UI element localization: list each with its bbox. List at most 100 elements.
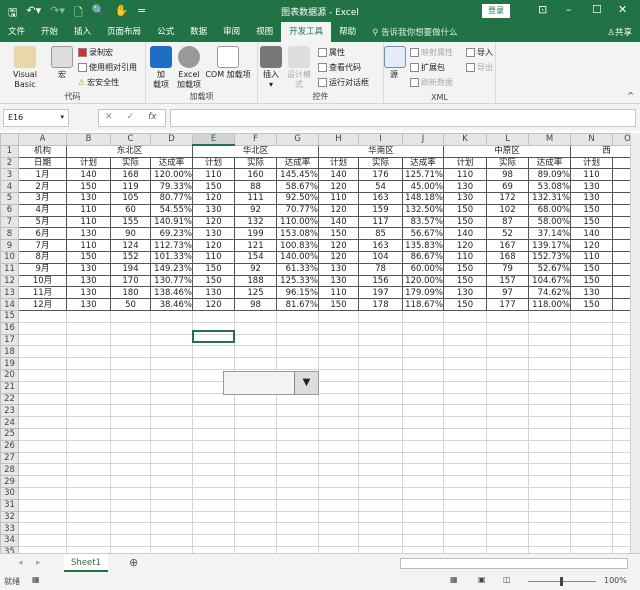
data-cell[interactable]: 168 — [110, 168, 151, 182]
data-cell[interactable]: 52 — [486, 227, 529, 241]
data-cell[interactable]: 120 — [318, 250, 359, 264]
cell[interactable] — [528, 404, 571, 418]
cell[interactable] — [318, 368, 359, 382]
ribbon-display-icon[interactable]: ⊡ — [538, 3, 547, 16]
page-layout-icon[interactable]: ▣ — [478, 575, 486, 584]
data-cell[interactable]: 74.62% — [528, 286, 571, 300]
data-cell[interactable]: 120 — [318, 203, 359, 217]
data-cell[interactable]: 132 — [234, 215, 277, 229]
tab-1[interactable]: 开始 — [33, 22, 66, 42]
cell[interactable] — [443, 439, 487, 453]
data-cell[interactable]: 130 — [443, 191, 487, 205]
data-cell[interactable]: 102 — [486, 203, 529, 217]
cell[interactable] — [276, 451, 319, 465]
cell[interactable] — [612, 215, 630, 229]
cell[interactable] — [66, 416, 111, 429]
row-header[interactable]: 14 — [0, 298, 19, 311]
cell[interactable] — [18, 475, 67, 488]
cell[interactable] — [110, 510, 151, 524]
cell[interactable] — [358, 498, 403, 512]
cell[interactable] — [192, 439, 235, 453]
cell[interactable] — [234, 333, 277, 347]
cell[interactable] — [528, 439, 571, 453]
data-cell[interactable]: 130 — [570, 286, 613, 300]
column-header[interactable]: M — [528, 133, 571, 146]
column-label[interactable]: 计划 — [570, 156, 613, 170]
data-cell[interactable]: 110 — [570, 250, 613, 264]
cell[interactable] — [18, 439, 67, 453]
data-cell[interactable]: 150 — [443, 274, 487, 288]
data-cell[interactable]: 104.67% — [528, 274, 571, 288]
data-cell[interactable]: 160 — [234, 168, 277, 182]
cell[interactable] — [276, 498, 319, 512]
column-header[interactable]: E — [192, 133, 235, 147]
cell[interactable] — [110, 475, 151, 488]
cell[interactable] — [318, 475, 359, 488]
cell[interactable] — [318, 321, 359, 335]
chevron-down-icon[interactable]: ▾ — [60, 113, 64, 121]
data-cell[interactable]: 132.50% — [402, 203, 444, 217]
cell[interactable] — [402, 463, 444, 477]
cell[interactable] — [150, 321, 193, 335]
data-cell[interactable]: 60 — [110, 203, 151, 217]
data-cell[interactable]: 119 — [110, 180, 151, 193]
cell[interactable] — [318, 545, 359, 553]
cell[interactable] — [402, 357, 444, 370]
cell[interactable] — [192, 416, 235, 429]
cell[interactable] — [358, 357, 403, 370]
row-header[interactable]: 20 — [0, 368, 19, 382]
column-header[interactable]: A — [18, 133, 67, 146]
cell[interactable] — [612, 345, 630, 359]
cell[interactable] — [402, 534, 444, 547]
cell[interactable] — [110, 534, 151, 547]
cell[interactable] — [318, 534, 359, 547]
data-cell[interactable]: 150 — [318, 298, 359, 311]
cell[interactable] — [612, 427, 630, 441]
data-cell[interactable]: 167 — [486, 239, 529, 252]
data-cell[interactable]: 199 — [234, 227, 277, 241]
cell[interactable] — [443, 510, 487, 524]
cell[interactable] — [318, 427, 359, 441]
cell[interactable] — [276, 475, 319, 488]
region-header[interactable]: 华北区 — [192, 144, 319, 158]
column-header[interactable]: J — [402, 133, 444, 146]
cell[interactable] — [318, 345, 359, 359]
data-cell[interactable]: 159 — [358, 203, 403, 217]
data-cell[interactable]: 188 — [234, 274, 277, 288]
column-label[interactable]: 达成率 — [528, 156, 571, 170]
sheet-tab-sheet1[interactable]: Sheet1 — [64, 554, 108, 572]
cell[interactable] — [150, 416, 193, 429]
column-label[interactable]: 达成率 — [402, 156, 444, 170]
com-addins-button[interactable]: COM 加载项 — [202, 46, 254, 80]
tab-5[interactable]: 数据 — [182, 22, 215, 42]
cell[interactable] — [358, 380, 403, 394]
cell[interactable] — [612, 286, 630, 300]
cell[interactable] — [402, 522, 444, 536]
data-cell[interactable]: 150 — [192, 262, 235, 276]
data-cell[interactable]: 11月 — [18, 286, 67, 300]
data-cell[interactable]: 81.67% — [276, 298, 319, 311]
close-icon[interactable]: ✕ — [618, 3, 627, 16]
cell[interactable] — [612, 404, 630, 418]
cell[interactable] — [110, 416, 151, 429]
cell[interactable] — [612, 463, 630, 477]
data-cell[interactable]: 2月 — [18, 180, 67, 193]
data-cell[interactable]: 105 — [110, 191, 151, 205]
cell[interactable] — [150, 451, 193, 465]
data-cell[interactable]: 156 — [358, 274, 403, 288]
cell[interactable] — [192, 486, 235, 500]
column-header[interactable]: N — [570, 133, 613, 146]
column-label[interactable]: 计划 — [443, 156, 487, 170]
data-cell[interactable]: 12月 — [18, 298, 67, 311]
data-cell[interactable]: 148.18% — [402, 191, 444, 205]
data-cell[interactable]: 130 — [570, 191, 613, 205]
cell[interactable] — [570, 498, 613, 512]
data-cell[interactable]: 150 — [443, 215, 487, 229]
data-cell[interactable]: 150 — [192, 180, 235, 193]
data-cell[interactable]: 125.33% — [276, 274, 319, 288]
cell[interactable] — [402, 416, 444, 429]
cell[interactable] — [66, 534, 111, 547]
cell[interactable] — [402, 345, 444, 359]
data-cell[interactable]: 92 — [234, 203, 277, 217]
data-cell[interactable]: 130 — [318, 262, 359, 276]
